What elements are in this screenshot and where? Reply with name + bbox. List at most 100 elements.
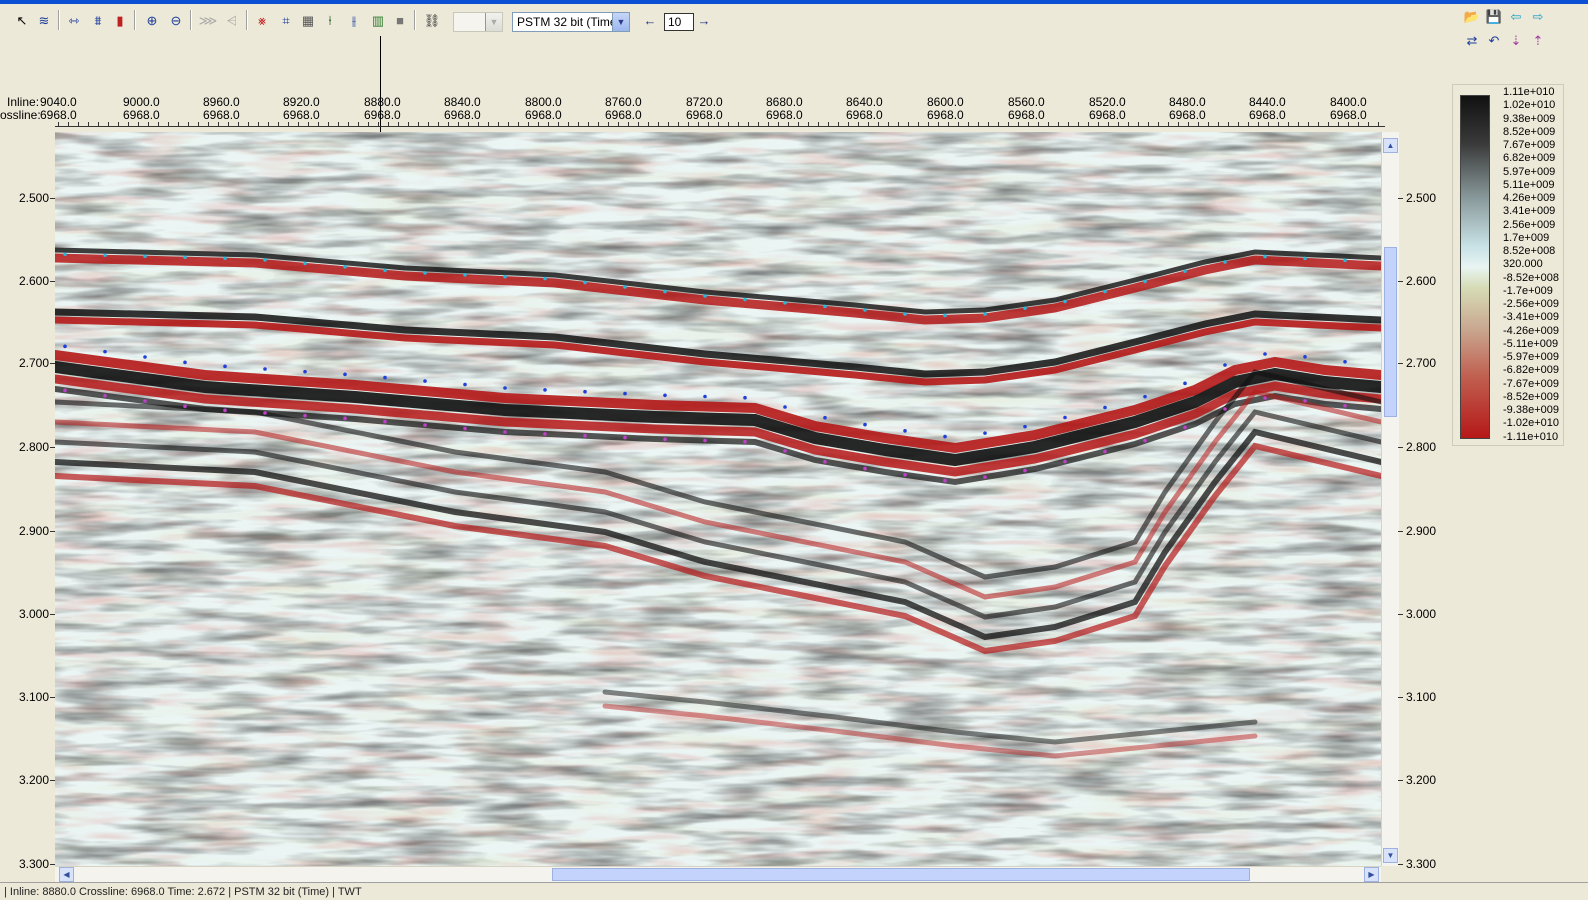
open-folder-icon[interactable]: 📂 xyxy=(1462,6,1482,26)
sort-ascending-icon[interactable]: ⇡ xyxy=(1528,30,1548,50)
time-tick xyxy=(1398,697,1403,698)
inline-tick-label: 8680.0 xyxy=(766,95,803,109)
toolbar-separator xyxy=(414,10,416,30)
fill-icon[interactable]: ■ xyxy=(390,10,410,30)
horizontal-scrollbar[interactable]: ◀ ▶ xyxy=(55,866,1381,883)
scroll-down-icon[interactable]: ▼ xyxy=(1383,848,1398,863)
ruler-tick xyxy=(578,122,579,126)
ruler-tick xyxy=(188,122,189,126)
horizon-pick-point xyxy=(943,313,947,318)
step-input[interactable]: 10 xyxy=(664,13,694,31)
trace-display-icon[interactable]: ⩩ xyxy=(88,10,108,30)
ruler-tick xyxy=(348,122,349,126)
colorbar-label: 3.41e+009 xyxy=(1503,205,1556,218)
colorbar-label: -8.52e+009 xyxy=(1503,390,1559,403)
amplitude-colorbar xyxy=(1460,95,1490,439)
ruler-tick xyxy=(758,122,759,126)
crossline-tick-label: 6968.0 xyxy=(1089,108,1126,122)
well-icon[interactable]: ⍿ xyxy=(320,10,340,30)
time-tick-label-left: 3.000 xyxy=(19,607,50,621)
dataset-select[interactable]: PSTM 32 bit (Time) ▼ xyxy=(512,12,630,32)
ruler-tick xyxy=(338,122,339,126)
time-tick-label-right: 3.100 xyxy=(1406,690,1437,704)
chevron-down-icon[interactable]: ▼ xyxy=(485,13,502,31)
horizon-pick-point xyxy=(743,439,747,444)
crossline-tick-label: 6968.0 xyxy=(444,108,481,122)
seismic-section[interactable] xyxy=(55,132,1381,866)
ruler-tick xyxy=(388,122,389,126)
ruler-tick xyxy=(1308,122,1309,126)
ruler-tick xyxy=(638,122,639,126)
horizon-pick-point xyxy=(463,426,467,431)
ruler-tick xyxy=(108,122,109,126)
crossline-tick-label: 6968.0 xyxy=(203,108,240,122)
flatten-icon[interactable]: ⋙ xyxy=(198,10,218,30)
unflatten-icon[interactable]: ⩤ xyxy=(222,10,242,30)
horizontal-scroll-thumb[interactable] xyxy=(552,868,1250,881)
horizon-pick-point xyxy=(983,431,987,435)
time-tick xyxy=(1398,281,1403,282)
horizon-pick-point xyxy=(1263,352,1267,356)
horizontal-scale-icon[interactable]: ⇿ xyxy=(64,10,84,30)
time-tick-label-left: 3.100 xyxy=(19,690,50,704)
sort-descending-icon[interactable]: ⇣ xyxy=(1506,30,1526,50)
multi-select-icon[interactable]: ≋ xyxy=(34,10,54,30)
time-tick xyxy=(50,447,55,448)
vertical-scrollbar[interactable]: ▲ ▼ xyxy=(1381,132,1399,866)
status-bar: | Inline: 8880.0 Crossline: 6968.0 Time:… xyxy=(0,882,1588,900)
horizon-pick-point xyxy=(823,415,827,420)
ruler-tick xyxy=(918,122,919,126)
previous-step-arrow-icon[interactable]: ← xyxy=(640,10,660,30)
horizon-pick-icon[interactable]: ⨳ xyxy=(252,10,272,30)
ruler-tick xyxy=(788,122,789,126)
empty-combo-box[interactable]: ▼ xyxy=(453,12,503,32)
horizon-pick-point xyxy=(1183,425,1187,430)
grid-pick-icon[interactable]: ⌗ xyxy=(276,10,296,30)
back-arrow-icon[interactable]: ⇦ xyxy=(1506,6,1526,26)
ruler-tick xyxy=(558,122,559,126)
pointer-icon[interactable]: ↖ xyxy=(12,10,32,30)
ruler-tick xyxy=(268,122,269,126)
ruler-tick xyxy=(698,122,699,126)
mesh-icon[interactable]: ▦ xyxy=(298,10,318,30)
inline-tick-label: 8920.0 xyxy=(283,95,320,109)
time-tick-label-right: 2.500 xyxy=(1406,191,1437,205)
chevron-down-icon[interactable]: ▼ xyxy=(612,13,629,31)
vertical-scroll-thumb[interactable] xyxy=(1384,247,1397,417)
time-tick xyxy=(1398,780,1403,781)
ruler-tick xyxy=(298,122,299,126)
save-icon[interactable]: 💾 xyxy=(1484,6,1504,26)
time-tick-label-left: 3.200 xyxy=(19,773,50,787)
scroll-left-icon[interactable]: ◀ xyxy=(59,867,74,882)
right-toolbar: 📂 💾 ⇦ ⇨ ⇄ ↶ ⇣ ⇡ xyxy=(1460,4,1588,56)
zoom-in-icon[interactable]: ⊕ xyxy=(142,10,162,30)
horizon-pick-point xyxy=(983,312,987,316)
ruler-tick xyxy=(848,122,849,126)
fault-icon[interactable]: ⫲ xyxy=(344,10,364,30)
panels-icon[interactable]: ▥ xyxy=(368,10,388,30)
inline-tick-label: 8720.0 xyxy=(686,95,723,109)
ruler-tick xyxy=(448,122,449,126)
toolbar-separator xyxy=(190,10,192,30)
link-icon[interactable]: ⛓ xyxy=(422,10,442,30)
undo-icon[interactable]: ↶ xyxy=(1484,30,1504,50)
scroll-right-icon[interactable]: ▶ xyxy=(1364,867,1379,882)
forward-arrow-icon[interactable]: ⇨ xyxy=(1528,6,1548,26)
next-step-arrow-icon[interactable]: → xyxy=(694,10,714,30)
ruler-tick xyxy=(358,122,359,126)
color-bar-icon[interactable]: ▮ xyxy=(110,10,130,30)
toolbar-separator xyxy=(58,10,60,30)
colorbar-label: 1.02e+010 xyxy=(1503,99,1556,112)
ruler-tick xyxy=(1078,122,1079,126)
ruler-tick xyxy=(1098,122,1099,126)
ruler-tick xyxy=(858,122,859,126)
horizon-pick-point xyxy=(583,280,587,285)
swap-icon[interactable]: ⇄ xyxy=(1462,30,1482,50)
colorbar-label: -9.38e+009 xyxy=(1503,404,1559,416)
horizon-pick-point xyxy=(1023,468,1027,473)
zoom-out-icon[interactable]: ⊖ xyxy=(166,10,186,30)
ruler-tick xyxy=(258,122,259,126)
horizon-pick-point xyxy=(183,404,187,409)
scroll-up-icon[interactable]: ▲ xyxy=(1383,138,1398,153)
colorbar-label: -6.82e+009 xyxy=(1503,364,1559,377)
